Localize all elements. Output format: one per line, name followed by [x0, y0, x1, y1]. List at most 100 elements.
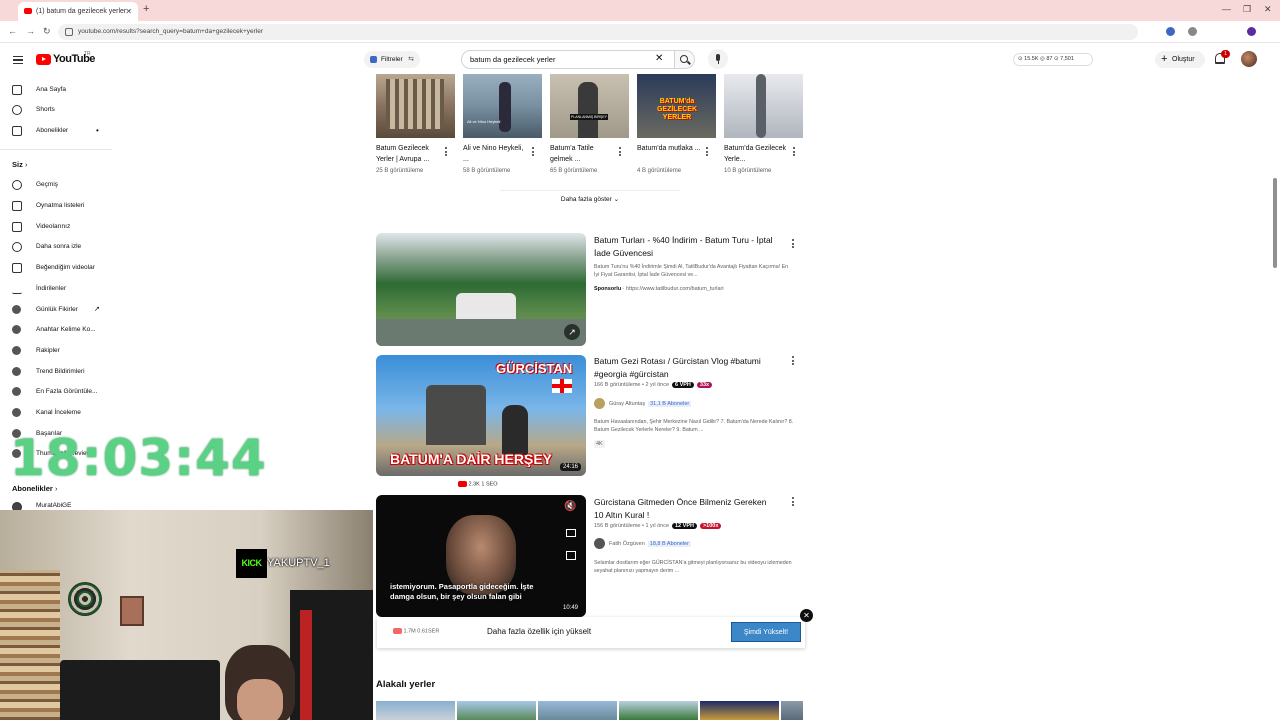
short-menu-icon[interactable] [532, 147, 535, 158]
sidebar-item-shorts[interactable]: Shorts [0, 100, 120, 120]
close-window-icon[interactable]: ✕ [1264, 4, 1272, 15]
forward-icon[interactable]: → [26, 26, 35, 36]
show-more-button[interactable]: Daha fazla göster ⌄ [500, 190, 680, 208]
channel-row[interactable]: Güray Altuntaş 31,1 B Aboneler [594, 398, 692, 409]
short-title[interactable]: Batum'da mutlaka ... [637, 143, 703, 154]
back-icon[interactable]: ← [8, 26, 17, 36]
maximize-icon[interactable]: ❐ [1243, 4, 1251, 15]
short-thumbnail[interactable]: PLANLANMIŞ BİRŞEY [550, 74, 629, 138]
short-thumbnail[interactable]: Ali ve Nino Heykeli [463, 74, 542, 138]
sidebar-item-ext[interactable]: Günlük Fikirler ↗ [0, 300, 120, 320]
sidebar-item-ext[interactable]: Anahtar Kelime Ko... [0, 320, 120, 340]
extension-icon [12, 305, 21, 314]
channel-row[interactable]: Fatih Özgüven 18,8 B Aboneler [594, 538, 691, 549]
browser-tab[interactable]: (1) batum da gezilecek yerler - ✕ [18, 2, 138, 21]
extension-icon[interactable] [1188, 27, 1197, 36]
video-description: Batum Turu'nu %40 İndirimle Şimdi Al, Ta… [594, 264, 789, 278]
sidebar-item-ext[interactable]: Rakipler [0, 341, 120, 361]
close-banner-icon[interactable]: ✕ [800, 609, 813, 622]
video-menu-icon[interactable] [792, 356, 795, 367]
create-button[interactable]: + Oluştur [1155, 51, 1205, 68]
video-extension-stats: 2.3K 1 SEO [458, 481, 498, 487]
place-thumbnail[interactable] [781, 701, 803, 720]
reload-icon[interactable]: ↻ [43, 26, 51, 37]
stream-clock: 18:03:44 [10, 429, 267, 487]
upgrade-button[interactable]: Şimdi Yükselt! [731, 622, 801, 642]
place-thumbnail[interactable] [538, 701, 617, 720]
stats-extension-widget[interactable]: ⊙ 15.5K ◎ 87 ⊙ 7,501 [1013, 53, 1093, 66]
site-info-icon[interactable] [65, 28, 73, 36]
place-thumbnail[interactable] [376, 701, 455, 720]
profile-icon[interactable] [1247, 27, 1256, 36]
video-title[interactable]: Batum Turları - %40 İndirim - Batum Turu… [594, 234, 774, 260]
short-title[interactable]: Batum Gezilecek Yerler | Avrupa ... [376, 143, 442, 165]
short-menu-icon[interactable] [619, 147, 622, 158]
person-image [502, 405, 528, 455]
new-tab-icon[interactable]: + [143, 3, 149, 15]
short-title[interactable]: Batum'da Gezilecek Yerle... [724, 143, 790, 165]
sidebar-item-history[interactable]: Geçmiş [0, 175, 120, 195]
filters-label: Filtreler [381, 56, 403, 63]
sidebar-item-label: Oynatma listeleri [36, 202, 85, 209]
vph-badge: 6 VPH [672, 382, 694, 388]
place-thumbnail[interactable] [457, 701, 536, 720]
you-heading[interactable]: Siz › [12, 160, 27, 169]
short-menu-icon[interactable] [445, 147, 448, 158]
video-thumbnail[interactable]: ↗ [376, 233, 586, 346]
tab-close-icon[interactable]: ✕ [125, 2, 132, 21]
georgia-flag-icon [552, 379, 572, 393]
sidebar-item-label: MuratAbiGE [36, 502, 72, 509]
create-label: Oluştur [1172, 56, 1195, 63]
open-link-icon[interactable]: ↗ [564, 324, 580, 340]
sidebar-item-watch-later[interactable]: Daha sonra izle [0, 237, 120, 257]
history-icon [12, 180, 22, 190]
video-title[interactable]: Gürcistana Gitmeden Önce Bilmeniz Gereke… [594, 496, 774, 522]
short-menu-icon[interactable] [706, 147, 709, 158]
place-thumbnail[interactable] [700, 701, 779, 720]
avatar[interactable] [1241, 51, 1257, 67]
sidebar-item-home[interactable]: Ana Sayfa [0, 80, 120, 100]
clear-search-icon[interactable]: ✕ [655, 53, 663, 65]
short-views: 10 B görüntüleme [724, 168, 772, 174]
short-overlay-text: Ali ve Nino Heykeli [467, 119, 501, 124]
sidebar-item-downloads[interactable]: İndirilenler [0, 279, 120, 299]
sidebar-item-playlists[interactable]: Oynatma listeleri [0, 196, 120, 216]
short-title[interactable]: Batum'a Tatile gelmek ... [550, 143, 616, 165]
sidebar-item-ext[interactable]: Trend Bildirimleri [0, 362, 120, 382]
sponsor-url[interactable]: https://www.tatilbudur.com/batum_turlari [626, 286, 724, 292]
search-input[interactable]: batum da gezilecek yerler [461, 50, 675, 69]
voice-search-icon[interactable] [708, 49, 728, 69]
short-menu-icon[interactable] [793, 147, 796, 158]
captions-icon[interactable] [566, 529, 576, 537]
hamburger-menu-icon[interactable] [13, 56, 23, 64]
video-thumbnail[interactable]: GÜRCİSTAN BATUM'A DAİR HERŞEY 24:16 [376, 355, 586, 476]
extension-icon [12, 325, 21, 334]
short-thumbnail[interactable] [724, 74, 803, 138]
sidebar-item-liked[interactable]: Beğendiğim videolar [0, 258, 120, 278]
sidebar-item-subscriptions[interactable]: Abonelikler • [0, 121, 120, 141]
video-menu-icon[interactable] [792, 239, 795, 250]
filters-button[interactable]: Filtreler ⇆ [364, 51, 420, 68]
plus-icon: + [1161, 53, 1168, 65]
sidebar-item-your-videos[interactable]: Videolarınız [0, 217, 120, 237]
sidebar-item-ext[interactable]: Kanal İnceleme [0, 403, 120, 423]
short-title[interactable]: Ali ve Nino Heykeli, ... [463, 143, 529, 165]
minimize-icon[interactable]: — [1222, 4, 1231, 14]
youtube-logo-icon[interactable] [36, 54, 51, 65]
extension-icon[interactable] [1166, 27, 1175, 36]
place-thumbnail[interactable] [619, 701, 698, 720]
short-thumbnail[interactable]: BATUM'da GEZİLECEK YERLER [637, 74, 716, 138]
sidebar-item-ext[interactable]: En Fazla Görüntüle... [0, 382, 120, 402]
mute-icon[interactable]: 🔇 [564, 501, 576, 512]
short-thumbnail[interactable] [376, 74, 455, 138]
search-button[interactable] [675, 50, 695, 69]
person-image [499, 82, 511, 132]
short-views: 65 B görüntüleme [550, 168, 598, 174]
url-field[interactable]: youtube.com/results?search_query=batum+d… [58, 24, 1138, 40]
video-player-preview[interactable]: 🔇 istemiyorum. Pasaportla gideceğim. İşt… [376, 495, 586, 617]
video-menu-icon[interactable] [792, 497, 795, 508]
add-to-queue-icon[interactable] [566, 551, 576, 560]
subscriber-count: 31,1 B Aboneler [648, 400, 692, 407]
video-title[interactable]: Batum Gezi Rotası / Gürcistan Vlog #batu… [594, 355, 774, 381]
scrollbar[interactable] [1273, 178, 1277, 268]
